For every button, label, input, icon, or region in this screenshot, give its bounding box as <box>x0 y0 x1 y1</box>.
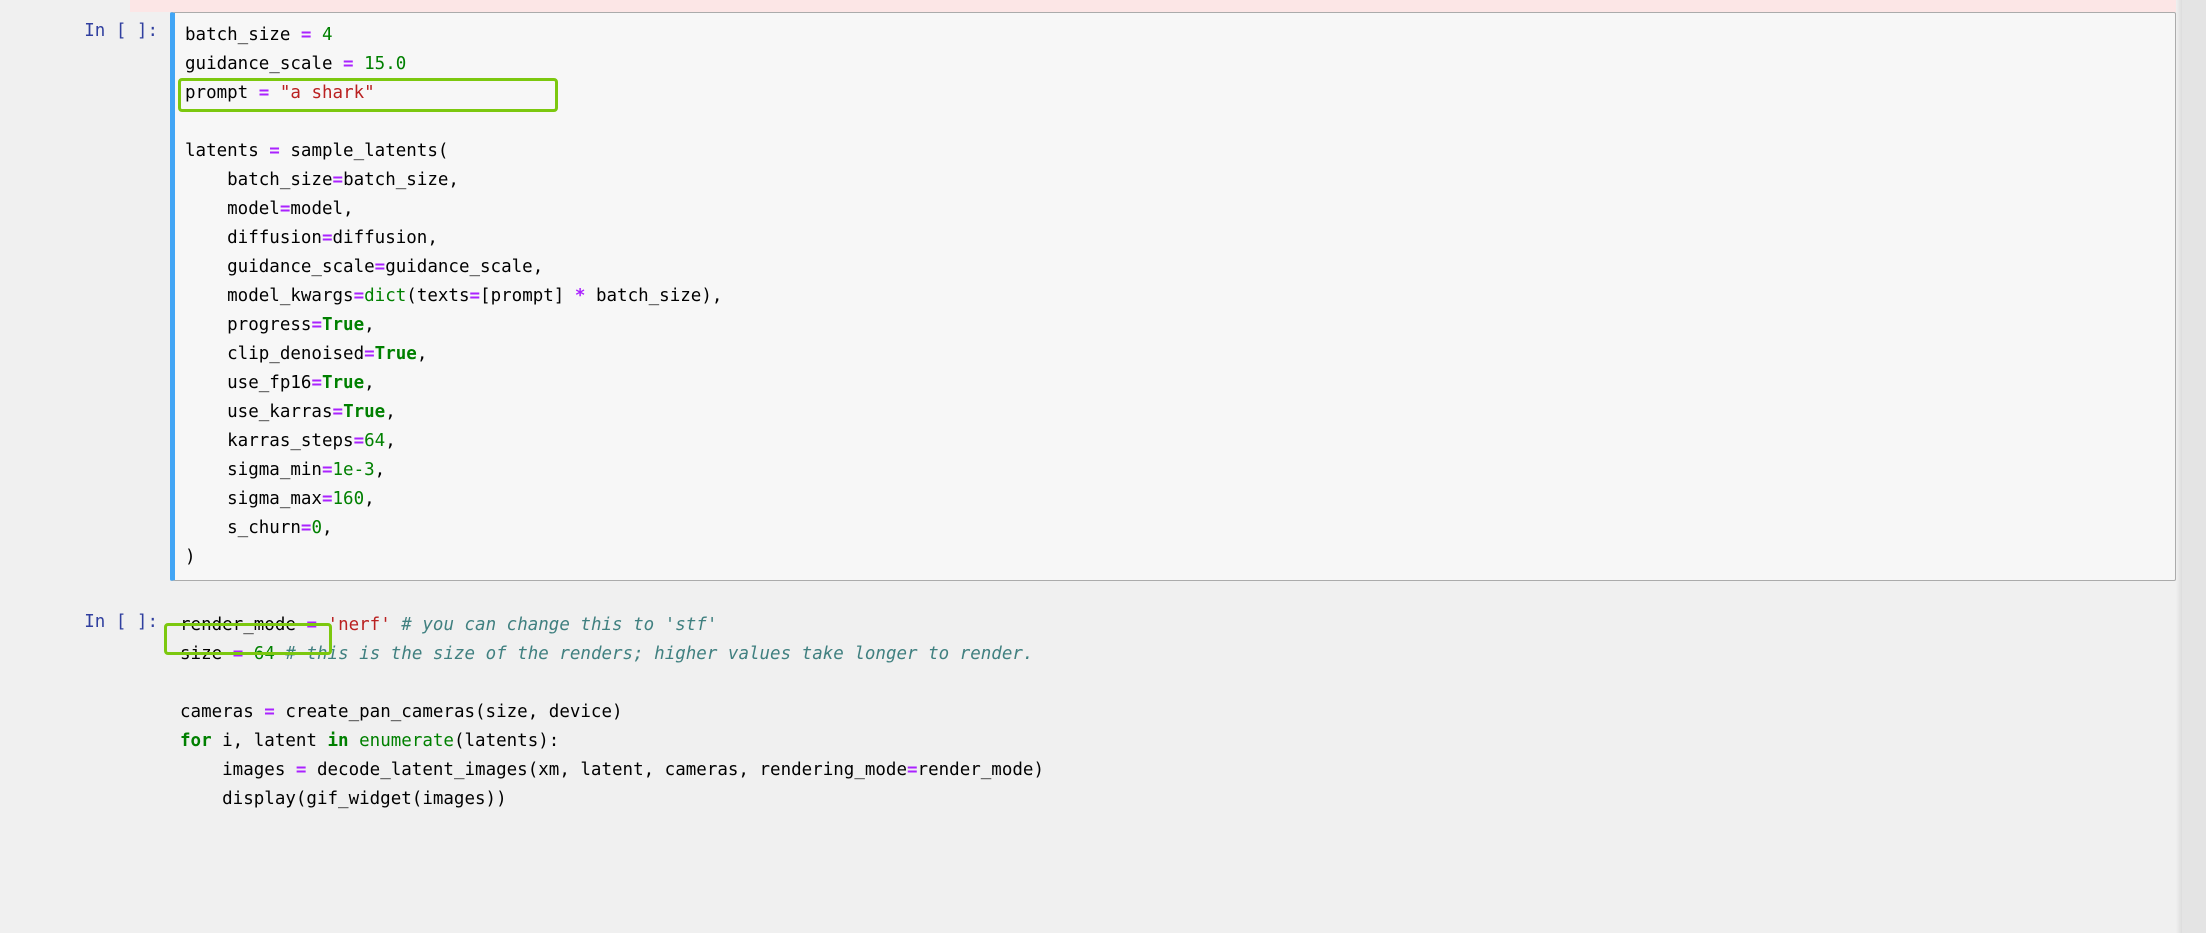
page-shadow <box>2176 0 2182 933</box>
error-banner <box>130 0 2176 12</box>
code-area-1[interactable]: batch_size = 4 guidance_scale = 15.0 pro… <box>170 12 2176 581</box>
code-block-1[interactable]: batch_size = 4 guidance_scale = 15.0 pro… <box>185 21 2165 572</box>
cell-prompt-2: In [ ]: <box>30 603 170 632</box>
page-edge <box>2182 0 2206 933</box>
code-cell-1[interactable]: In [ ]: batch_size = 4 guidance_scale = … <box>30 12 2176 581</box>
code-area-2[interactable]: render_mode = 'nerf' # you can change th… <box>170 603 2176 822</box>
code-cell-2[interactable]: In [ ]: render_mode = 'nerf' # you can c… <box>30 603 2176 822</box>
cell-prompt-1: In [ ]: <box>30 12 170 41</box>
code-block-2[interactable]: render_mode = 'nerf' # you can change th… <box>180 611 2166 814</box>
